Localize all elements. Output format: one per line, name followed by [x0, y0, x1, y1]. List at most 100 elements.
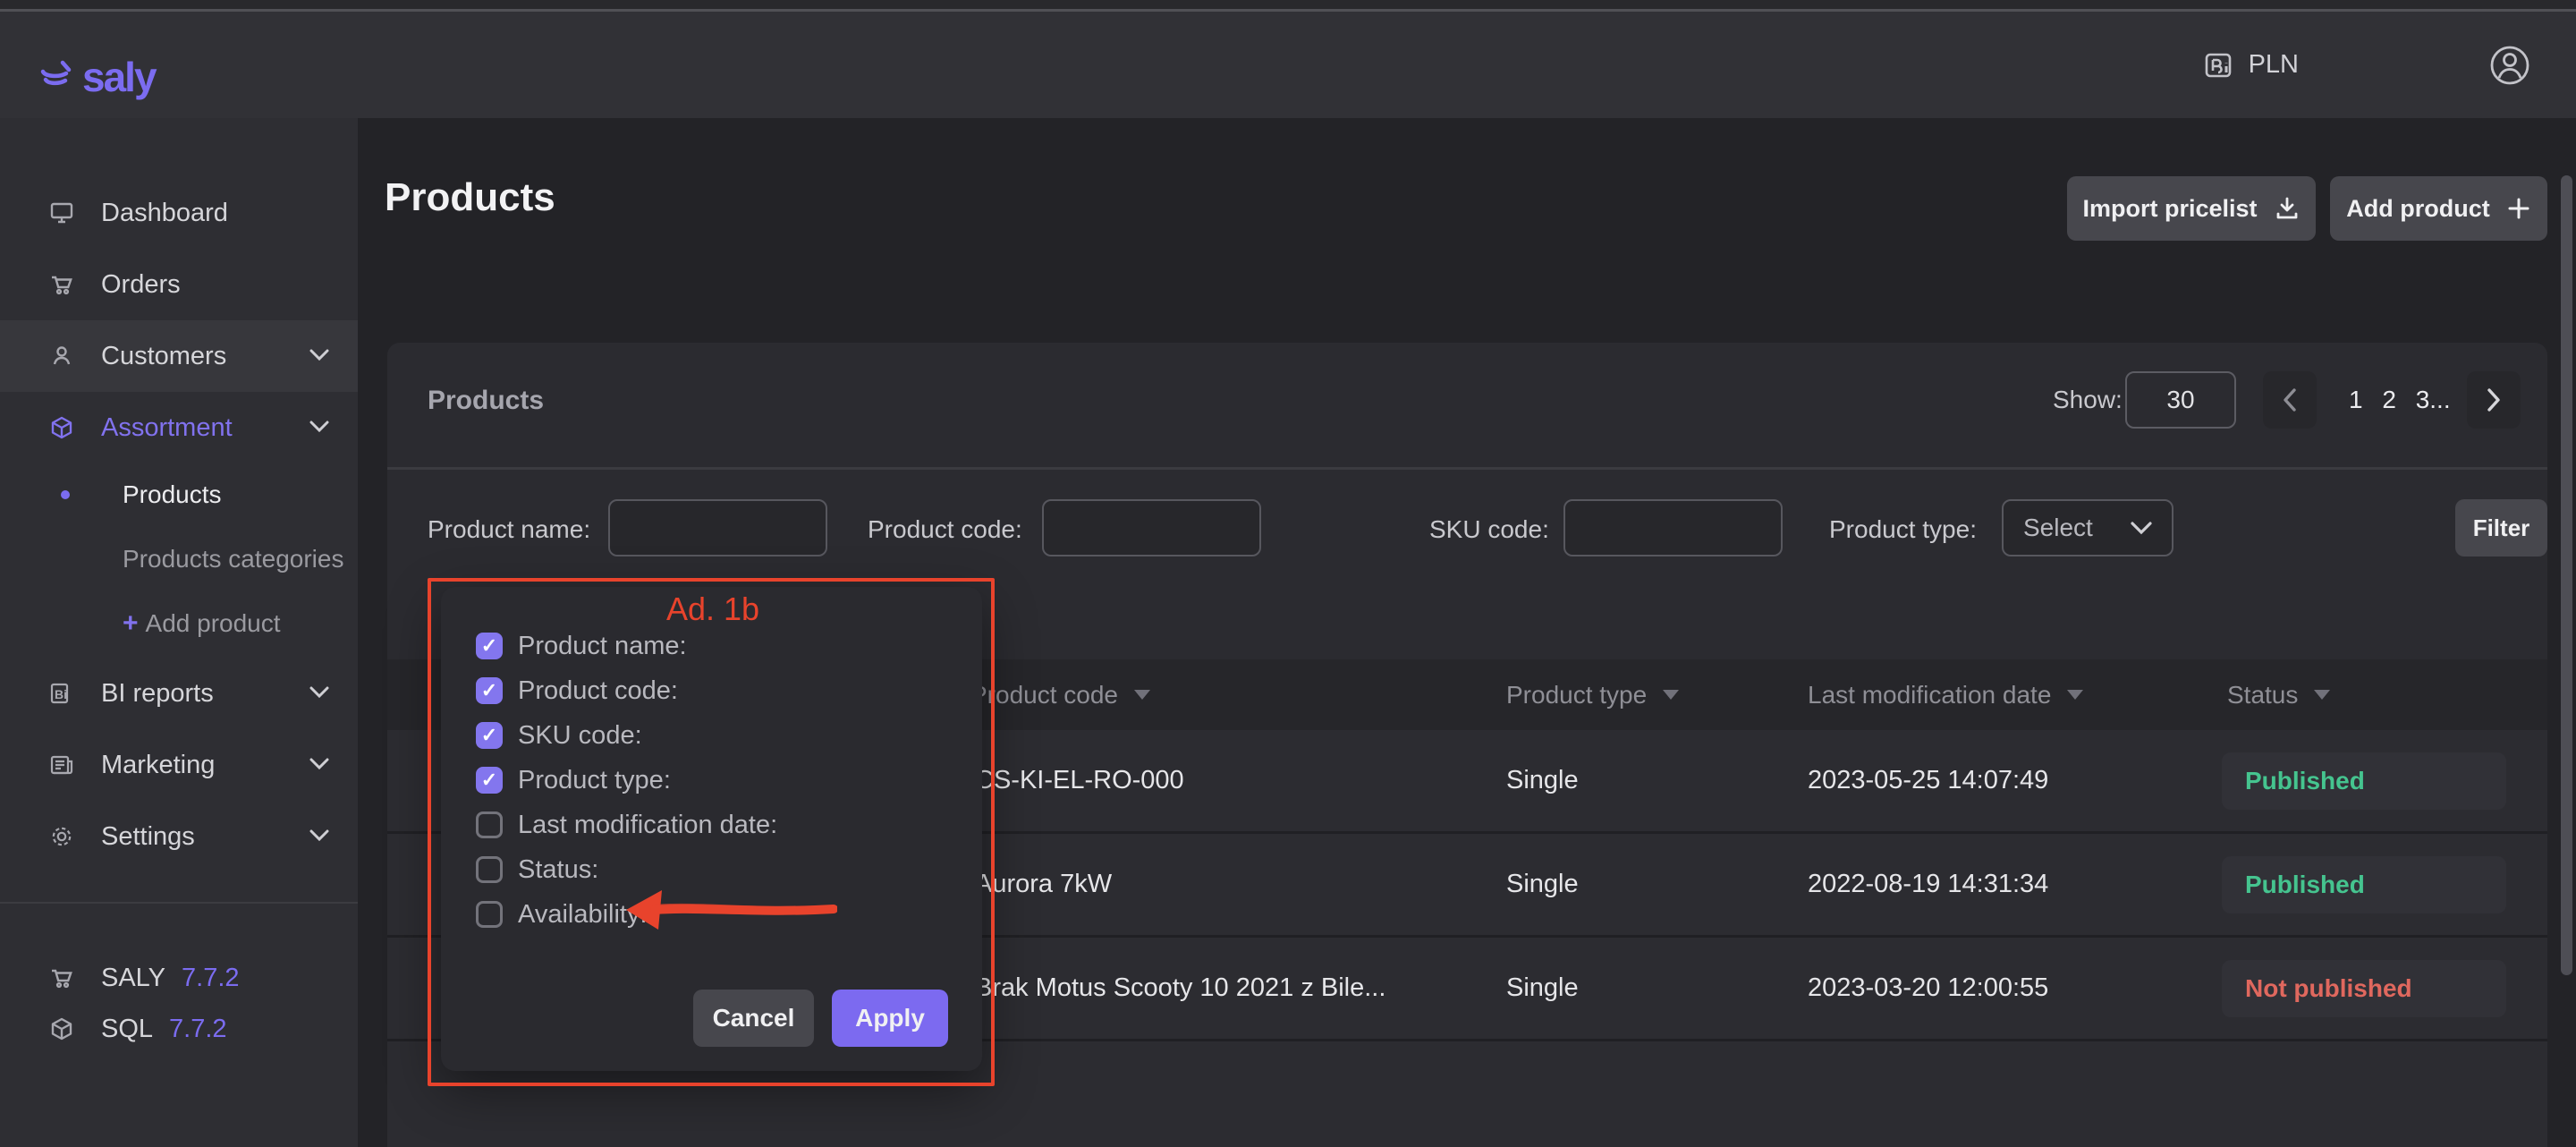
- chevron-right-icon: [2487, 388, 2501, 412]
- checkbox-label: Product type:: [518, 766, 671, 795]
- sidebar-item-label: Assortment: [101, 413, 233, 443]
- chevron-down-icon: [309, 829, 329, 842]
- sidebar-item-settings[interactable]: Settings: [0, 801, 358, 872]
- sidebar-subitem-label: Products: [123, 480, 222, 509]
- svg-text:Bi: Bi: [55, 687, 67, 701]
- filter-product-code-label: Product code:: [868, 515, 1022, 544]
- annotation-arrow-icon: [624, 888, 837, 932]
- pagination-pages[interactable]: 1 2 3 ...: [2349, 371, 2451, 429]
- pagination-ellipsis: ...: [2429, 386, 2450, 414]
- import-pricelist-button[interactable]: Import pricelist: [2067, 176, 2316, 241]
- version-number: 7.7.2: [182, 964, 240, 993]
- sort-icon[interactable]: [1663, 690, 1679, 700]
- status-badge: Not published: [2222, 960, 2506, 1017]
- banknote-icon: [2204, 51, 2236, 80]
- sort-icon[interactable]: [2067, 690, 2083, 700]
- check-icon: ✓: [481, 634, 497, 658]
- filter-sku-code-input[interactable]: [1563, 499, 1783, 557]
- checkbox-unchecked[interactable]: [476, 856, 503, 883]
- column-header-product-type[interactable]: Product type: [1506, 659, 1679, 730]
- person-icon: [49, 344, 74, 369]
- cell-product-code: CS-KI-EL-RO-000: [975, 730, 1184, 831]
- sort-icon[interactable]: [2314, 690, 2330, 700]
- checkbox-unchecked[interactable]: [476, 901, 503, 928]
- popup-option-product-type[interactable]: ✓ Product type:: [476, 767, 671, 794]
- cancel-button[interactable]: Cancel: [693, 990, 814, 1047]
- popup-option-status[interactable]: Status:: [476, 856, 598, 883]
- column-header-last-modification-date[interactable]: Last modification date: [1808, 659, 2083, 730]
- monitor-icon: [49, 200, 74, 225]
- status-badge: Published: [2222, 752, 2506, 810]
- currency-switcher[interactable]: PLN: [2204, 12, 2299, 118]
- popup-option-availability[interactable]: Availability:: [476, 901, 648, 928]
- cube-icon: [49, 1016, 74, 1041]
- sidebar-subitem-products-categories[interactable]: Products categories: [0, 532, 358, 586]
- filter-button-label: Filter: [2473, 514, 2530, 542]
- filter-product-type-select[interactable]: Select: [2002, 499, 2174, 557]
- sidebar-item-marketing[interactable]: Marketing: [0, 729, 358, 801]
- status-badge: Published: [2222, 856, 2506, 913]
- panel-title: Products: [428, 386, 544, 416]
- sidebar-item-bi-reports[interactable]: Bi BI reports: [0, 658, 358, 729]
- filter-product-name-input[interactable]: [608, 499, 827, 557]
- vertical-scrollbar[interactable]: [2561, 175, 2572, 975]
- pagination-prev-button[interactable]: [2263, 371, 2317, 429]
- popup-option-sku-code[interactable]: ✓ SKU code:: [476, 722, 642, 749]
- check-icon: ✓: [481, 769, 497, 792]
- checkbox-label: Last modification date:: [518, 811, 777, 840]
- sidebar-item-label: BI reports: [101, 679, 214, 709]
- newspaper-icon: [49, 752, 74, 777]
- cell-modified-date: 2022-08-19 14:31:34: [1808, 834, 2048, 935]
- version-label: SQL: [101, 1015, 153, 1044]
- checkbox-label: Product code:: [518, 676, 678, 706]
- checkbox-unchecked[interactable]: [476, 811, 503, 838]
- chevron-down-icon: [309, 686, 329, 699]
- filter-product-code-input[interactable]: [1042, 499, 1261, 557]
- show-count-input[interactable]: 30: [2125, 371, 2236, 429]
- import-pricelist-label: Import pricelist: [2082, 195, 2257, 223]
- select-placeholder: Select: [2023, 514, 2093, 542]
- app-logo[interactable]: saly: [36, 23, 156, 130]
- cell-product-type: Single: [1506, 938, 1579, 1039]
- top-strip: [0, 0, 2576, 9]
- pagination-page-numbers[interactable]: 1 2 3: [2349, 386, 2429, 414]
- sidebar-item-label: Marketing: [101, 751, 215, 780]
- sidebar-version-saly: SALY 7.7.2: [0, 951, 358, 1005]
- plus-icon: [2506, 196, 2531, 221]
- popup-option-product-name[interactable]: ✓ Product name:: [476, 633, 687, 659]
- popup-option-product-code[interactable]: ✓ Product code:: [476, 677, 678, 704]
- sidebar-item-orders[interactable]: Orders: [0, 249, 358, 320]
- bi-icon: Bi: [49, 681, 74, 706]
- add-product-button[interactable]: Add product: [2330, 176, 2547, 241]
- check-icon: ✓: [481, 679, 497, 702]
- checkbox-label: Status:: [518, 855, 598, 885]
- popup-option-last-modification-date[interactable]: Last modification date:: [476, 811, 777, 838]
- download-icon: [2274, 195, 2301, 222]
- checkbox-checked[interactable]: ✓: [476, 633, 503, 659]
- column-header-product-code[interactable]: Product code: [970, 659, 1150, 730]
- sort-icon[interactable]: [1134, 690, 1150, 700]
- panel-divider: [387, 467, 2547, 470]
- checkbox-checked[interactable]: ✓: [476, 677, 503, 704]
- sidebar-item-customers[interactable]: Customers: [0, 320, 358, 392]
- filter-button[interactable]: Filter: [2455, 499, 2547, 557]
- cell-modified-date: 2023-03-20 12:00:55: [1808, 938, 2048, 1039]
- plus-icon: +: [123, 608, 139, 639]
- column-header-status[interactable]: Status: [2227, 659, 2330, 730]
- annotation-label: Ad. 1b: [623, 590, 802, 628]
- checkbox-checked[interactable]: ✓: [476, 722, 503, 749]
- cart-icon: [49, 965, 74, 990]
- apply-button[interactable]: Apply: [832, 990, 948, 1047]
- checkbox-checked[interactable]: ✓: [476, 767, 503, 794]
- account-icon[interactable]: [2488, 44, 2531, 87]
- sidebar-subitem-add-product[interactable]: + Add product: [0, 597, 358, 650]
- cart-logo-icon: [36, 59, 73, 95]
- sidebar-item-assortment[interactable]: Assortment: [0, 392, 358, 463]
- version-number: 7.7.2: [169, 1015, 227, 1044]
- cell-modified-date: 2023-05-25 14:07:49: [1808, 730, 2048, 831]
- sidebar-subitem-products[interactable]: Products: [0, 468, 358, 522]
- show-label: Show:: [2053, 386, 2123, 414]
- sidebar-subitem-label: Products categories: [123, 545, 343, 574]
- pagination-next-button[interactable]: [2467, 371, 2521, 429]
- sidebar-item-dashboard[interactable]: Dashboard: [0, 177, 358, 249]
